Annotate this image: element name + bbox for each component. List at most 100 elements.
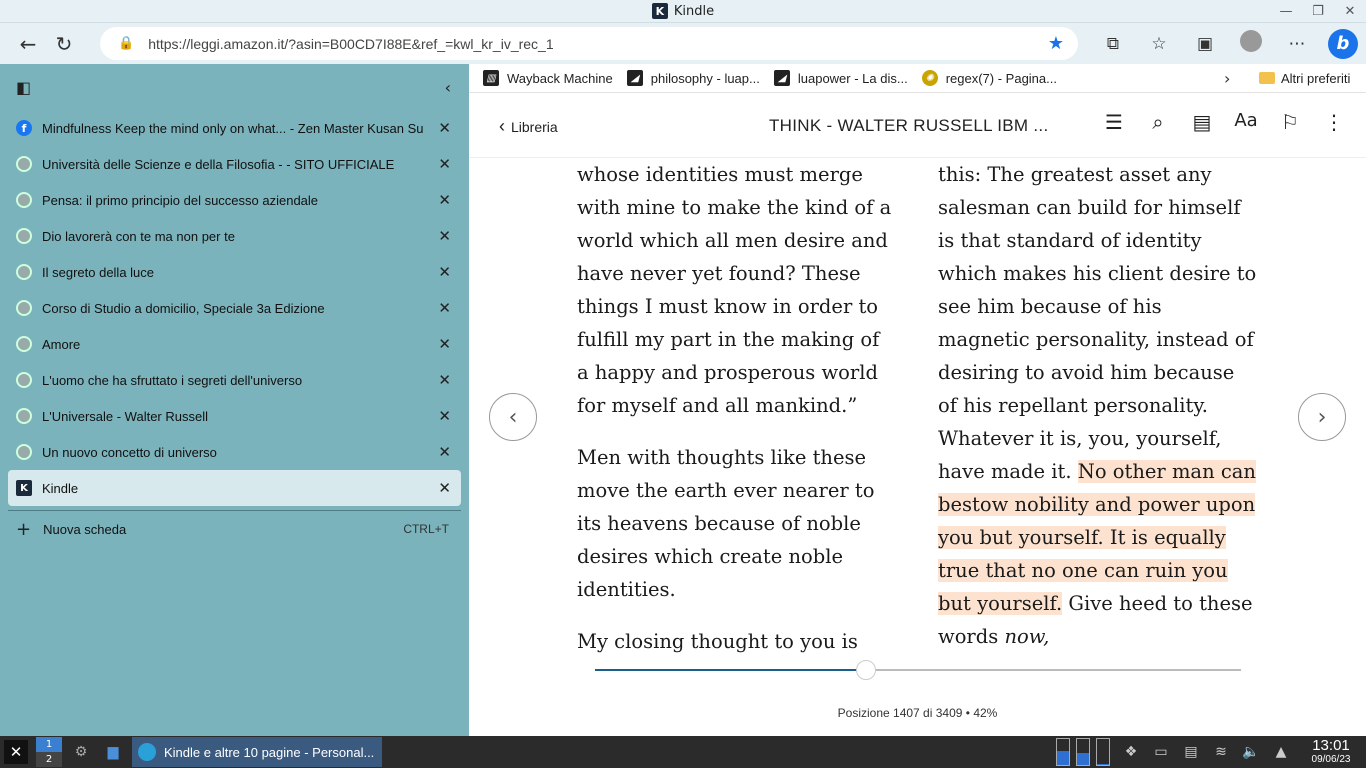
site-icon bbox=[16, 192, 32, 208]
next-page-button[interactable]: › bbox=[1298, 393, 1346, 441]
tab-item[interactable]: Un nuovo concetto di universo ✕ bbox=[0, 434, 469, 470]
restore-icon[interactable]: ❐ bbox=[1302, 0, 1334, 23]
favorite-regex[interactable]: ✺ regex(7) - Pagina... bbox=[921, 70, 1057, 86]
clipboard-icon[interactable]: ▤ bbox=[1176, 744, 1206, 760]
tab-item[interactable]: Pensa: il primo principio del successo a… bbox=[0, 182, 469, 218]
kindle-icon: K bbox=[651, 3, 668, 19]
more-options-icon[interactable]: ⋮ bbox=[1312, 110, 1356, 134]
edge-browser-icon bbox=[138, 743, 156, 761]
library-back-button[interactable]: ‹ Libreria bbox=[499, 116, 558, 137]
close-tab-icon[interactable]: ✕ bbox=[438, 407, 451, 425]
new-tab-label: Nuova scheda bbox=[43, 521, 127, 537]
luapower-icon: ◢ bbox=[773, 70, 790, 86]
url-text[interactable]: https://leggi.amazon.it/?asin=B00CD7I88E… bbox=[148, 36, 553, 52]
chevron-left-icon: ‹ bbox=[508, 404, 518, 430]
volume-icon[interactable]: 🔈 bbox=[1236, 744, 1266, 760]
close-tab-icon[interactable]: ✕ bbox=[438, 227, 451, 245]
address-bar[interactable]: 🔒 https://leggi.amazon.it/?asin=B00CD7I8… bbox=[100, 27, 1078, 60]
browser-toolbar: ⧉ ☆ ▣ ⋯ b bbox=[1090, 23, 1366, 64]
percent-text: 42% bbox=[973, 706, 998, 720]
tab-label: Corso di Studio a domicilio, Speciale 3a… bbox=[42, 300, 325, 316]
tab-label: L'Universale - Walter Russell bbox=[42, 408, 208, 424]
close-tab-icon[interactable]: ✕ bbox=[438, 371, 451, 389]
clock[interactable]: 13:01 09/06/23 bbox=[1296, 738, 1366, 766]
progress-knob[interactable] bbox=[856, 660, 877, 680]
tab-item[interactable]: Dio lavorerà con te ma non per te ✕ bbox=[0, 218, 469, 254]
settings-gear-icon[interactable]: ⚙ bbox=[68, 739, 94, 765]
paragraph: whose identities must merge with mine to… bbox=[577, 163, 892, 417]
extensions-icon[interactable]: ⧉ bbox=[1090, 34, 1136, 54]
file-manager-icon[interactable]: ▆ bbox=[100, 739, 126, 765]
table-of-contents-icon[interactable]: ☰ bbox=[1092, 110, 1136, 134]
paragraph: this: The greatest asset any salesman ca… bbox=[938, 158, 1258, 653]
text-column-right: this: The greatest asset any salesman ca… bbox=[938, 158, 1258, 672]
close-tab-icon[interactable]: ✕ bbox=[438, 155, 451, 173]
refresh-icon[interactable]: ↻ bbox=[46, 26, 82, 62]
taskbar-browser-window[interactable]: Kindle e altre 10 pagine - Personal... bbox=[132, 737, 382, 767]
other-favorites[interactable]: Altri preferiti bbox=[1259, 71, 1350, 86]
favorite-philosophy[interactable]: ◢ philosophy - luap... bbox=[626, 70, 760, 86]
bookmark-icon[interactable]: ⚐ bbox=[1268, 110, 1312, 134]
progress-fill bbox=[595, 669, 867, 671]
more-menu-icon[interactable]: ⋯ bbox=[1274, 34, 1320, 54]
desktop-2[interactable]: 2 bbox=[36, 752, 62, 767]
favorite-luapower[interactable]: ◢ luapower - La dis... bbox=[773, 70, 908, 86]
dropbox-icon[interactable]: ❖ bbox=[1116, 744, 1146, 760]
close-tab-icon[interactable]: ✕ bbox=[438, 119, 451, 137]
taskbar-app-label: Kindle e altre 10 pagine - Personal... bbox=[164, 744, 375, 760]
close-tab-icon[interactable]: ✕ bbox=[438, 299, 451, 317]
tab-item[interactable]: Corso di Studio a domicilio, Speciale 3a… bbox=[0, 290, 469, 326]
desktop-1[interactable]: 1 bbox=[36, 737, 62, 752]
start-menu-icon[interactable]: ✕ bbox=[4, 740, 28, 764]
favorites-icon[interactable]: ☆ bbox=[1136, 34, 1182, 54]
back-arrow-icon[interactable]: ← bbox=[10, 26, 46, 62]
window-title-text: Kindle bbox=[673, 3, 715, 19]
site-icon bbox=[16, 264, 32, 280]
site-icon bbox=[16, 228, 32, 244]
tab-label: Pensa: il primo principio del successo a… bbox=[42, 192, 319, 208]
tab-panel-header: ◧ ‹ bbox=[0, 64, 469, 110]
clock-time: 13:01 bbox=[1312, 737, 1350, 754]
close-tab-icon[interactable]: ✕ bbox=[438, 263, 451, 281]
favorite-star-icon[interactable]: ★ bbox=[1048, 33, 1064, 54]
tab-item[interactable]: L'uomo che ha sfruttato i segreti dell'u… bbox=[0, 362, 469, 398]
tray-expand-icon[interactable]: ▲ bbox=[1266, 744, 1296, 760]
cpu-monitor bbox=[1076, 738, 1090, 766]
site-icon bbox=[16, 336, 32, 352]
library-label: Libreria bbox=[511, 118, 558, 135]
close-tab-icon[interactable]: ✕ bbox=[438, 479, 451, 497]
reading-area: whose identities must merge with mine to… bbox=[469, 158, 1366, 736]
wifi-icon[interactable]: ≋ bbox=[1206, 744, 1236, 760]
collapse-panel-icon[interactable]: ‹ bbox=[445, 78, 451, 97]
cpu-monitor bbox=[1056, 738, 1070, 766]
close-icon[interactable]: ✕ bbox=[1334, 0, 1366, 23]
position-text: Posizione 1407 di 3409 bbox=[837, 706, 963, 720]
tab-item[interactable]: K Kindle ✕ bbox=[8, 470, 461, 506]
lock-icon[interactable]: 🔒 bbox=[118, 36, 134, 51]
favorite-wayback[interactable]: ▥ Wayback Machine bbox=[483, 70, 613, 86]
tab-item[interactable]: L'Universale - Walter Russell ✕ bbox=[0, 398, 469, 434]
font-settings-icon[interactable]: Aa bbox=[1224, 110, 1268, 134]
reading-progress-slider[interactable] bbox=[595, 660, 1241, 680]
search-icon[interactable]: ⌕ bbox=[1136, 110, 1180, 134]
virtual-desktops[interactable]: 1 2 bbox=[36, 737, 62, 767]
tab-item[interactable]: Amore ✕ bbox=[0, 326, 469, 362]
tab-item[interactable]: Università delle Scienze e della Filosof… bbox=[0, 146, 469, 182]
close-tab-icon[interactable]: ✕ bbox=[438, 335, 451, 353]
terminal-icon[interactable]: ▭ bbox=[1146, 744, 1176, 760]
tab-label: Amore bbox=[42, 336, 81, 352]
minimize-icon[interactable]: — bbox=[1270, 0, 1302, 23]
book-title: THINK - WALTER RUSSELL IBM ... bbox=[769, 116, 1049, 135]
close-tab-icon[interactable]: ✕ bbox=[438, 191, 451, 209]
tab-item[interactable]: f Mindfulness Keep the mind only on what.… bbox=[0, 110, 469, 146]
notes-icon[interactable]: ▤ bbox=[1180, 110, 1224, 134]
bing-icon[interactable]: b bbox=[1320, 28, 1366, 59]
tab-item[interactable]: Il segreto della luce ✕ bbox=[0, 254, 469, 290]
new-tab-button[interactable]: + Nuova scheda CTRL+T bbox=[0, 511, 469, 547]
collections-icon[interactable]: ▣ bbox=[1182, 34, 1228, 54]
previous-page-button[interactable]: ‹ bbox=[489, 393, 537, 441]
chevron-right-icon[interactable]: › bbox=[1224, 69, 1230, 88]
profile-avatar[interactable] bbox=[1228, 30, 1274, 57]
close-tab-icon[interactable]: ✕ bbox=[438, 443, 451, 461]
tab-actions-icon[interactable]: ◧ bbox=[16, 78, 31, 97]
